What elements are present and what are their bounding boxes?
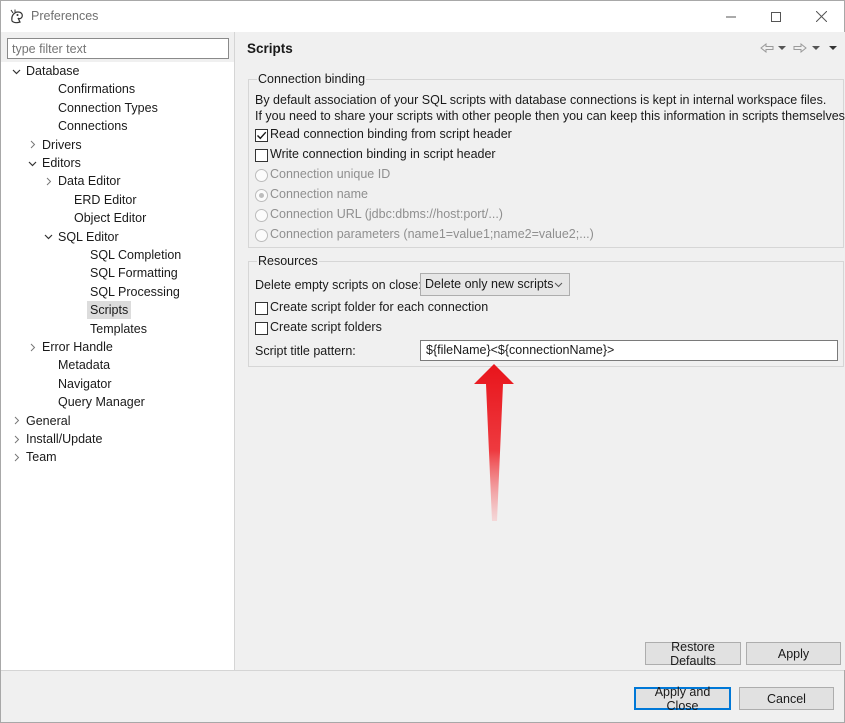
- view-menu-icon[interactable]: [829, 41, 837, 55]
- create-folder-per-connection-checkbox[interactable]: [255, 302, 268, 315]
- tree-item-label: Drivers: [42, 137, 82, 152]
- write-header-label[interactable]: Write connection binding in script heade…: [270, 147, 496, 161]
- tree-item-label: Error Handle: [42, 340, 113, 354]
- chevron-down-icon[interactable]: [42, 228, 54, 246]
- chevron-down-icon[interactable]: [10, 62, 22, 80]
- radio-connection-unique-id-label[interactable]: Connection unique ID: [270, 167, 390, 181]
- filter-input[interactable]: [7, 38, 229, 59]
- close-button[interactable]: [798, 1, 844, 32]
- tree-item-label: SQL Editor: [58, 229, 119, 244]
- chevron-right-icon[interactable]: [42, 172, 54, 190]
- chevron-down-icon[interactable]: [26, 154, 38, 172]
- preference-page: Scripts Connection binding By default as…: [237, 32, 845, 670]
- apply-button[interactable]: Apply: [746, 642, 841, 665]
- radio-connection-name-label[interactable]: Connection name: [270, 187, 368, 201]
- tree-item-label: Connections: [58, 119, 128, 134]
- dbeaver-app-icon: [9, 9, 25, 25]
- delete-empty-scripts-value: Delete only new scripts: [425, 277, 554, 291]
- tree-item-label: Install/Update: [26, 432, 103, 446]
- checkmark-icon: [257, 131, 267, 140]
- delete-empty-scripts-combo[interactable]: Delete only new scripts: [420, 273, 570, 296]
- tree-item-label: Database: [26, 64, 80, 78]
- tree-item-label: Data Editor: [58, 174, 121, 189]
- forward-dropdown-icon[interactable]: [812, 41, 820, 55]
- tree-item-label: SQL Processing: [90, 284, 180, 299]
- connection-binding-group: Connection binding By default associatio…: [248, 72, 845, 248]
- chevron-right-icon[interactable]: [10, 412, 22, 430]
- chevron-right-icon[interactable]: [10, 430, 22, 448]
- script-title-pattern-label: Script title pattern:: [255, 344, 356, 358]
- minimize-button[interactable]: [708, 1, 754, 32]
- window-title: Preferences: [31, 9, 99, 23]
- resources-group: Resources Delete empty scripts on close:…: [248, 254, 844, 367]
- red-arrow-annotation: [474, 364, 514, 521]
- title-bar: Preferences: [1, 1, 844, 32]
- radio-connection-parameters-label[interactable]: Connection parameters (name1=value1;name…: [270, 227, 594, 241]
- tree-item-label: Query Manager: [58, 395, 145, 410]
- apply-and-close-button[interactable]: Apply and Close: [634, 685, 731, 713]
- radio-connection-url[interactable]: [255, 209, 268, 222]
- tree-item-label: SQL Formatting: [90, 266, 178, 281]
- chevron-right-icon[interactable]: [26, 338, 38, 356]
- radio-connection-url-label[interactable]: Connection URL (jdbc:dbms://host:port/..…: [270, 207, 503, 221]
- tree-item-label: Editors: [42, 156, 81, 170]
- preferences-tree: Database Confirmations Connection Types Con…: [1, 62, 234, 670]
- connection-binding-title: Connection binding: [257, 72, 367, 86]
- connection-binding-description-1: By default association of your SQL scrip…: [255, 93, 827, 107]
- chevron-down-icon: [554, 278, 563, 292]
- tree-item-label: Metadata: [58, 358, 111, 373]
- radio-connection-parameters[interactable]: [255, 229, 268, 242]
- radio-connection-unique-id[interactable]: [255, 169, 268, 182]
- tree-item-label: Scripts: [87, 301, 132, 320]
- chevron-right-icon[interactable]: [10, 448, 22, 466]
- minimize-icon: [726, 16, 736, 17]
- preferences-window: Preferences Database Confirmations Connect…: [0, 0, 845, 723]
- tree-item-label: Confirmations: [58, 82, 136, 97]
- maximize-button[interactable]: [753, 1, 799, 32]
- tree-item-label: Team: [26, 450, 57, 465]
- maximize-icon: [771, 11, 781, 22]
- resources-title: Resources: [257, 254, 319, 268]
- back-dropdown-icon[interactable]: [778, 41, 786, 55]
- chevron-right-icon[interactable]: [26, 136, 38, 154]
- create-script-folders-label[interactable]: Create script folders: [270, 320, 382, 334]
- page-title: Scripts: [247, 41, 293, 56]
- read-header-checkbox[interactable]: [255, 129, 268, 142]
- dialog-button-bar: Apply and Close Cancel: [1, 670, 844, 722]
- tree-item-label: Templates: [90, 321, 147, 336]
- read-header-label[interactable]: Read connection binding from script head…: [270, 127, 512, 141]
- back-arrow-icon[interactable]: [760, 41, 774, 55]
- connection-binding-description-2: If you need to share your scripts with o…: [255, 109, 845, 123]
- delete-empty-scripts-label: Delete empty scripts on close:: [255, 278, 422, 292]
- create-folder-per-connection-label[interactable]: Create script folder for each connection: [270, 300, 488, 314]
- create-script-folders-checkbox[interactable]: [255, 322, 268, 335]
- tree-item-label: ERD Editor: [74, 192, 137, 207]
- tree-item-label: SQL Completion: [90, 248, 182, 262]
- tree-item-label: Navigator: [58, 376, 112, 391]
- write-header-checkbox[interactable]: [255, 149, 268, 162]
- tree-item-label: Object Editor: [74, 211, 147, 226]
- radio-connection-name[interactable]: [255, 189, 268, 202]
- close-icon: [815, 11, 827, 22]
- restore-defaults-button[interactable]: Restore Defaults: [645, 640, 741, 668]
- cancel-button[interactable]: Cancel: [739, 687, 834, 710]
- tree-item-label: Connection Types: [58, 100, 158, 115]
- page-header: Scripts: [237, 32, 845, 64]
- forward-arrow-icon[interactable]: [793, 41, 807, 55]
- tree-item-label: General: [26, 413, 71, 428]
